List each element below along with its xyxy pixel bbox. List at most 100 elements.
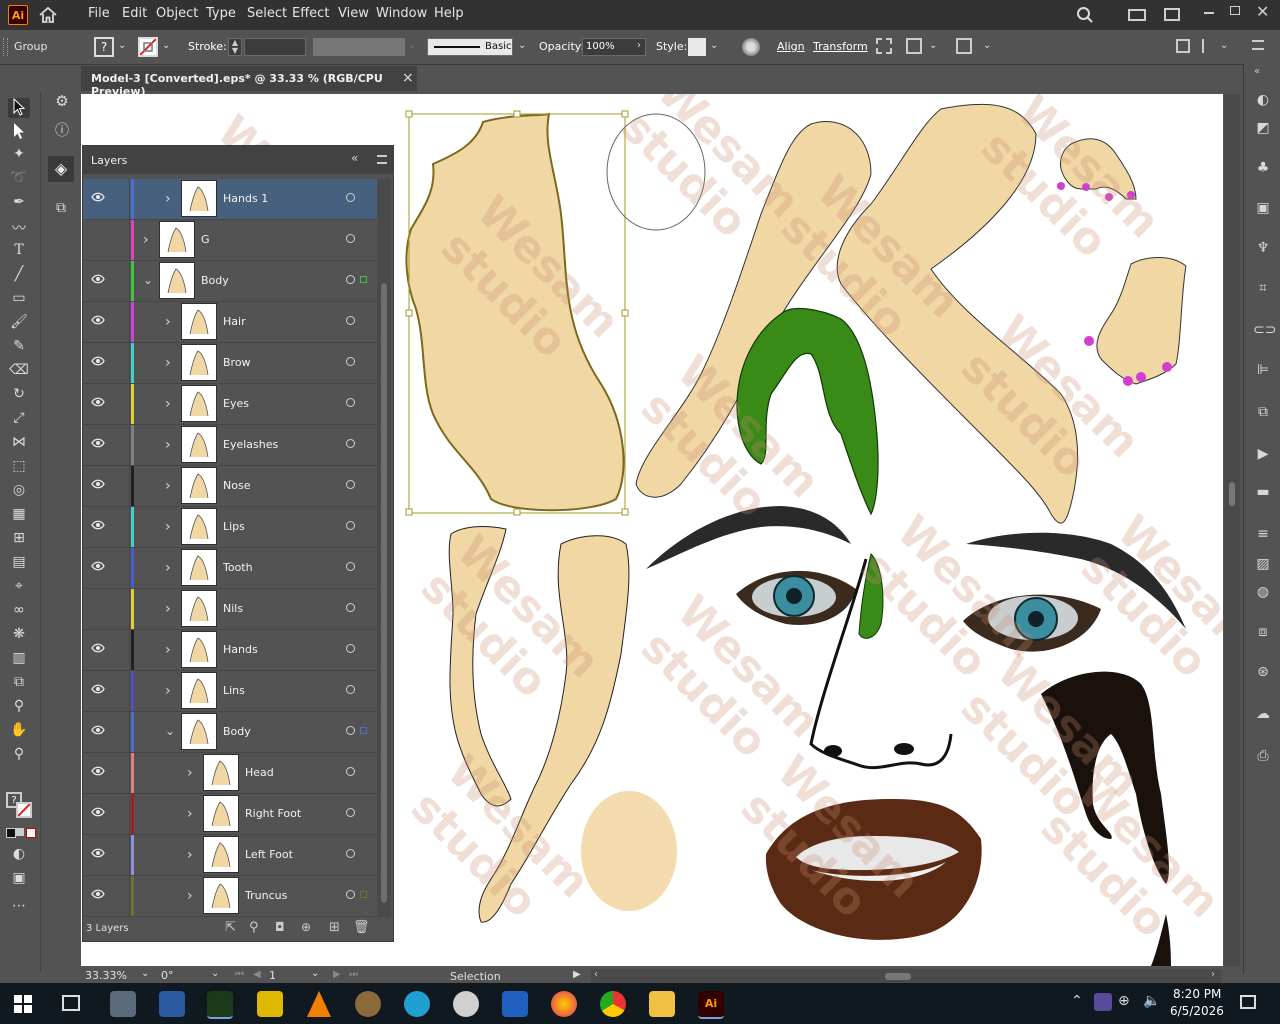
chevron-right-icon[interactable]: › — [187, 888, 197, 904]
stroke-weight-input[interactable] — [244, 38, 306, 56]
target-circle-icon[interactable] — [346, 603, 355, 612]
chevron-right-icon[interactable]: › — [187, 806, 197, 822]
transform-button[interactable]: Transform — [813, 40, 868, 53]
chevron-down-icon[interactable]: ⌄ — [518, 40, 526, 51]
restore-icon[interactable] — [1230, 6, 1240, 15]
layer-row[interactable]: › Head — [83, 753, 377, 794]
delete-layer-icon[interactable]: 🗑 — [353, 920, 370, 935]
info-dock-icon[interactable]: ⓘ — [52, 120, 72, 140]
chevron-right-icon[interactable]: › — [187, 765, 197, 781]
visibility-toggle-empty[interactable] — [91, 233, 105, 245]
chevron-down-icon[interactable]: ⌄ — [1220, 40, 1228, 51]
lock-toggle[interactable] — [109, 302, 130, 342]
shaper-tool-icon[interactable]: ✎ — [8, 338, 30, 358]
horizontal-scrollbar[interactable]: ‹ › — [591, 969, 1221, 984]
file-explorer-icon[interactable] — [649, 991, 675, 1017]
photo-app-icon[interactable] — [110, 991, 136, 1017]
target-circle-icon[interactable] — [346, 234, 355, 243]
eyedropper-tool-icon[interactable]: ⌖ — [8, 578, 30, 598]
color-mode-buttons[interactable] — [6, 828, 36, 838]
asset-export-icon[interactable]: ⎙ — [1253, 748, 1273, 768]
layers-panel-title[interactable]: Layers — [91, 154, 127, 167]
mesh-tool-icon[interactable]: ⊞ — [8, 530, 30, 550]
menu-select[interactable]: Select — [247, 0, 287, 30]
chevron-down-icon[interactable]: ⌄ — [929, 40, 937, 51]
close-window-icon[interactable]: ✕ — [1256, 2, 1269, 21]
target-circle-icon[interactable] — [346, 849, 355, 858]
rotation-dropdown[interactable]: 0° ⌄ — [161, 968, 223, 984]
artboards-dock-icon[interactable]: ⧉ — [52, 200, 70, 218]
firefox-icon[interactable] — [551, 991, 577, 1017]
layer-name[interactable]: Eyes — [223, 397, 249, 410]
target-circle-icon[interactable] — [346, 767, 355, 776]
selection-tool-icon[interactable] — [8, 97, 30, 118]
visibility-eye-icon[interactable] — [91, 356, 105, 368]
menu-effect[interactable]: Effect — [292, 0, 329, 30]
clock-date[interactable]: 6/5/2026 — [1170, 1004, 1224, 1018]
paintbrush-tool-icon[interactable]: 🖌 — [8, 314, 30, 334]
more-tools-icon[interactable]: ⋯ — [8, 898, 30, 918]
menu-file[interactable]: File — [88, 0, 110, 30]
new-layer-icon[interactable]: ⊞ — [329, 920, 340, 935]
shape-builder-tool-icon[interactable]: ◎ — [8, 482, 30, 502]
lock-toggle[interactable] — [109, 466, 130, 506]
screen-mode-icon[interactable]: ▣ — [8, 870, 30, 890]
expand-panels-icon[interactable]: « — [1254, 66, 1260, 77]
selection-indicator[interactable] — [360, 727, 367, 734]
chevron-down-icon[interactable]: ⌄ — [162, 40, 170, 51]
chevron-down-icon[interactable]: ⌄ — [118, 40, 126, 51]
lock-toggle[interactable] — [109, 630, 130, 670]
next-artboard-icon[interactable]: ▶ — [333, 969, 341, 980]
visibility-eye-icon[interactable] — [91, 479, 105, 491]
visibility-eye-icon[interactable] — [91, 274, 105, 286]
scroll-left-icon[interactable]: ‹ — [594, 969, 598, 980]
export-icon[interactable]: ⇱ — [225, 920, 236, 935]
target-circle-icon[interactable] — [346, 398, 355, 407]
layer-row[interactable]: › Nils — [83, 589, 377, 630]
gradient-tool-icon[interactable]: ▤ — [8, 554, 30, 574]
gradient-panel-icon[interactable]: ◩ — [1253, 120, 1273, 140]
select-similar-icon[interactable] — [956, 38, 972, 54]
target-circle-icon[interactable] — [346, 808, 355, 817]
layer-name[interactable]: Body — [201, 274, 229, 287]
chevron-right-icon[interactable]: › — [165, 396, 175, 412]
visibility-eye-icon[interactable] — [91, 397, 105, 409]
target-circle-icon[interactable] — [346, 562, 355, 571]
snipping-tool-icon[interactable] — [159, 991, 185, 1017]
illustrator-taskbar-icon[interactable]: Ai — [698, 991, 724, 1019]
symbol-sprayer-tool-icon[interactable]: ❋ — [8, 626, 30, 646]
layer-name[interactable]: Nose — [223, 479, 250, 492]
transform-panel-icon[interactable]: ⌗ — [1253, 280, 1273, 300]
arrange-documents-icon[interactable] — [1128, 9, 1146, 21]
visibility-eye-icon[interactable] — [91, 561, 105, 573]
lock-toggle[interactable] — [109, 835, 130, 875]
network-icon[interactable]: ⊕ — [1118, 993, 1130, 1009]
perspective-grid-tool-icon[interactable]: ▦ — [8, 506, 30, 526]
character-icon[interactable]: ▬ — [1253, 484, 1273, 504]
align-left-icon[interactable] — [1202, 39, 1216, 53]
libraries-icon[interactable]: ☁ — [1253, 706, 1273, 726]
pathfinder-icon[interactable]: ⧉ — [1253, 404, 1273, 424]
gimp-icon[interactable] — [355, 991, 381, 1017]
color-guide-icon[interactable]: ◐ — [1253, 92, 1273, 112]
layer-name[interactable]: Nils — [223, 602, 243, 615]
layer-row[interactable]: › Brow — [83, 343, 377, 384]
visibility-eye-icon[interactable] — [91, 807, 105, 819]
menu-help[interactable]: Help — [434, 0, 464, 30]
chevron-right-icon[interactable]: › — [165, 560, 175, 576]
stroke-swatch[interactable] — [138, 37, 158, 57]
opacity-input[interactable]: 100% › — [582, 38, 646, 56]
task-view-icon[interactable] — [62, 995, 80, 1011]
transparency-icon[interactable]: ◍ — [1253, 584, 1273, 604]
control-bar-grip[interactable] — [3, 38, 8, 56]
layer-row[interactable]: › Eyelashes — [83, 425, 377, 466]
workspace-switcher-icon[interactable] — [1164, 8, 1180, 21]
target-circle-icon[interactable] — [346, 685, 355, 694]
target-circle-icon[interactable] — [346, 316, 355, 325]
chevron-down-icon[interactable]: ⌄ — [143, 273, 153, 287]
target-circle-icon[interactable] — [346, 521, 355, 530]
selection-indicator[interactable] — [360, 276, 367, 283]
visibility-eye-icon[interactable] — [91, 520, 105, 532]
paint-app-icon[interactable] — [404, 991, 430, 1017]
minimize-icon[interactable] — [1204, 12, 1214, 14]
